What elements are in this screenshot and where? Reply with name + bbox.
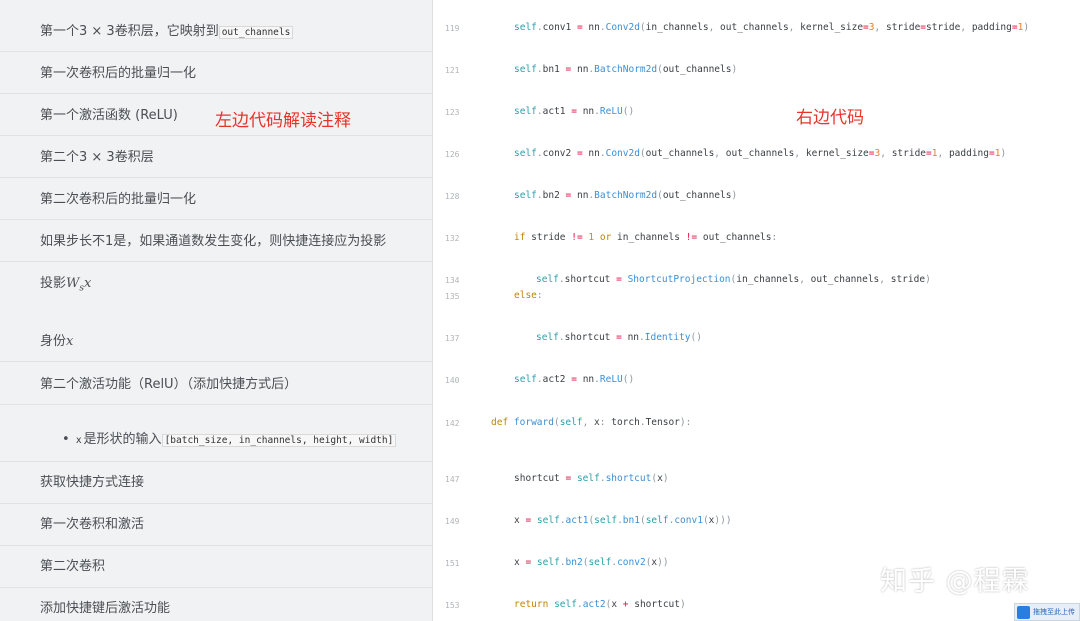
line-number: 128: [445, 192, 460, 201]
code-line: 147 shortcut = self.shortcut(x): [433, 473, 1080, 487]
list-item: 第一次卷积和激活: [0, 504, 432, 546]
list-item: • x 是形状的输入 [batch_size, in_channels, heigh…: [0, 405, 432, 462]
line-number: 119: [445, 24, 460, 33]
code-line: 126 self.conv2 = nn.Conv2d(out_channels, …: [433, 148, 1080, 162]
line-number: 132: [445, 234, 460, 243]
list-item: 第二次卷积后的批量归一化: [0, 178, 432, 220]
line-number: 142: [445, 419, 460, 428]
list-item: 添加快捷键后激活功能: [40, 601, 171, 616]
cloud-upload-icon: [1017, 606, 1030, 619]
code-line: 137 self.shortcut = nn.Identity(): [433, 332, 1080, 346]
list-item: 第二个3 × 3卷积层: [0, 136, 432, 178]
code-text: if stride != 1 or in_channels != out_cha…: [514, 232, 778, 243]
left-annotation-label: 左边代码解读注释: [215, 111, 351, 131]
bullet: •: [62, 432, 70, 447]
code-text: x = self.act1(self.bn1(self.conv1(x))): [514, 515, 732, 526]
list-item: 如果步长不1是，如果通道数发生变化，则快捷连接应为投影: [0, 220, 432, 262]
line-number: 137: [445, 334, 460, 343]
line-number: 134: [445, 276, 460, 285]
code-line: 135 else:: [433, 290, 1080, 304]
code-line: 119 self.conv1 = nn.Conv2d(in_channels, o…: [433, 22, 1080, 36]
code-text: def forward(self, x: torch.Tensor):: [491, 417, 692, 428]
annotation-panel: 第一个3 × 3卷积层，它映射到 out_channels 第一次卷积后的批量归一…: [0, 0, 432, 621]
code-text: return self.act2(x + shortcut): [514, 599, 686, 610]
code-text: else:: [514, 290, 543, 301]
line-number: 135: [445, 292, 460, 301]
list-item: 第二次卷积: [0, 546, 432, 588]
code-text: self.act2 = nn.ReLU(): [514, 374, 635, 385]
line-number: 121: [445, 66, 460, 75]
list-item: 身份x: [0, 320, 432, 362]
code-line: 121 self.bn1 = nn.BatchNorm2d(out_channel…: [433, 64, 1080, 78]
code-line: 134 self.shortcut = ShortcutProjection(in…: [433, 274, 1080, 288]
inline-code: out_channels: [218, 26, 294, 39]
line-number: 151: [445, 559, 460, 568]
code-text: self.shortcut = nn.Identity(): [536, 332, 702, 343]
code-text: self.bn2 = nn.BatchNorm2d(out_channels): [514, 190, 738, 201]
code-line: 140 self.act2 = nn.ReLU(): [433, 374, 1080, 388]
watermark: 知乎 @程霖: [880, 566, 1030, 597]
line-number: 140: [445, 376, 460, 385]
line-number: 126: [445, 150, 460, 159]
code-text: self.conv1 = nn.Conv2d(in_channels, out_…: [514, 22, 1030, 33]
code-text: shortcut = self.shortcut(x): [514, 473, 669, 484]
list-item: 第一次卷积后的批量归一化: [0, 52, 432, 94]
code-line: 149 x = self.act1(self.bn1(self.conv1(x))…: [433, 515, 1080, 529]
code-line: 132 if stride != 1 or in_channels != out_…: [433, 232, 1080, 246]
code-panel: 右边代码 119 self.conv1 = nn.Conv2d(in_channe…: [433, 0, 1080, 621]
list-item: 获取快捷方式连接: [0, 462, 432, 504]
line-number: 149: [445, 517, 460, 526]
line-number: 147: [445, 475, 460, 484]
inline-code: [batch_size, in_channels, height, width]: [161, 434, 397, 447]
line-number: 153: [445, 601, 460, 610]
code-line: 142 def forward(self, x: torch.Tensor):: [433, 417, 1080, 431]
code-text: self.act1 = nn.ReLU(): [514, 106, 635, 117]
list-item: 投影Wsx: [40, 276, 92, 294]
upload-badge[interactable]: 拖拽至此上传: [1014, 603, 1080, 621]
code-text: self.shortcut = ShortcutProjection(in_ch…: [536, 274, 931, 285]
code-text: x = self.bn2(self.conv2(x)): [514, 557, 669, 568]
code-line: 128 self.bn2 = nn.BatchNorm2d(out_channel…: [433, 190, 1080, 204]
code-text: self.conv2 = nn.Conv2d(out_channels, out…: [514, 148, 1007, 159]
list-item: 第一个3 × 3卷积层，它映射到 out_channels: [0, 0, 432, 52]
code-text: self.bn1 = nn.BatchNorm2d(out_channels): [514, 64, 738, 75]
line-number: 123: [445, 108, 460, 117]
code-line: 123 self.act1 = nn.ReLU(): [433, 106, 1080, 120]
code-line: 153 return self.act2(x + shortcut): [433, 599, 1080, 613]
list-item: 第二个激活功能（RelU）（添加快捷方式后）: [0, 362, 432, 405]
